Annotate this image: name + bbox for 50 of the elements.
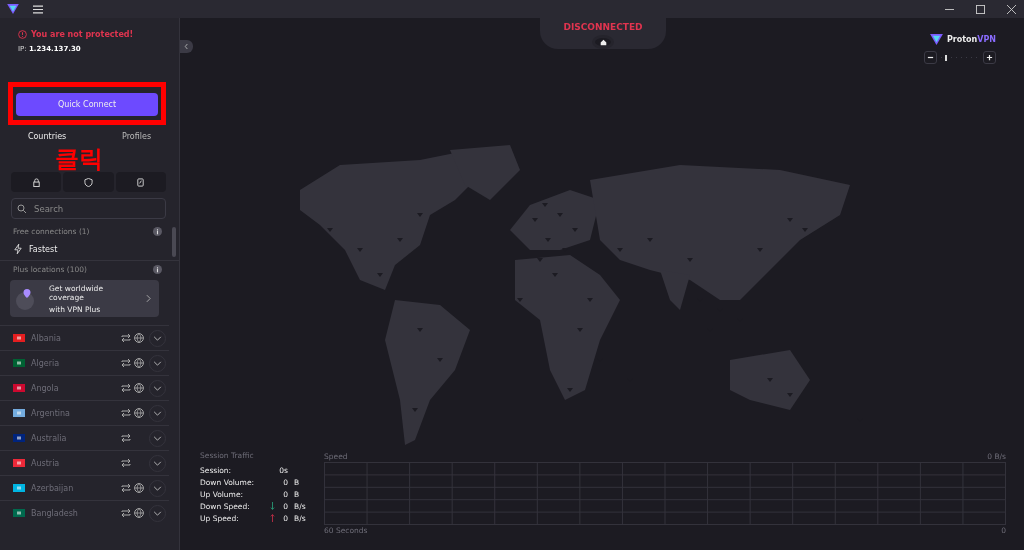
chevron-down-icon: [153, 385, 162, 391]
zoom-out-button[interactable]: [924, 51, 937, 64]
info-icon[interactable]: [153, 265, 162, 274]
filter-button[interactable]: [11, 172, 62, 192]
chevron-left-icon: [184, 43, 189, 50]
home-icon: [599, 38, 607, 46]
warning-icon: [18, 30, 27, 39]
country-name: Australia: [31, 433, 68, 443]
chevron-down-icon: [153, 435, 162, 441]
country-name: Azerbaijan: [31, 483, 75, 493]
shield-icon: [84, 177, 93, 187]
lightning-icon: [14, 244, 22, 254]
country-name: Argentina: [31, 408, 72, 418]
country-name: Angola: [31, 383, 60, 393]
zoom-in-button[interactable]: [983, 51, 996, 64]
chevron-down-icon: [153, 335, 162, 341]
quick-connect-button[interactable]: Quick Connect: [16, 93, 158, 116]
close-icon[interactable]: [1007, 4, 1016, 14]
chevron-right-icon: [146, 294, 151, 303]
chevron-down-icon: [153, 510, 162, 516]
tab[interactable]: Profiles: [118, 131, 156, 141]
search-icon: [17, 204, 27, 214]
plus-icon: [986, 54, 993, 61]
brand-logo-icon: [929, 34, 943, 45]
search-field[interactable]: Search: [11, 198, 166, 219]
country-name: Bangladesh: [31, 508, 79, 518]
app-logo-icon: [7, 4, 19, 14]
brand-name: ProtonVPN: [946, 35, 996, 44]
annotation-text: 클릭: [55, 145, 103, 173]
country-name: Albania: [31, 333, 62, 343]
info-icon[interactable]: [153, 227, 162, 236]
filter-button[interactable]: [115, 172, 166, 192]
maximize-icon[interactable]: [976, 4, 985, 14]
lock-icon: [31, 177, 41, 187]
minus-icon: [927, 54, 934, 61]
chevron-down-icon: [153, 460, 162, 466]
card-icon: [136, 177, 146, 187]
chevron-down-icon: [153, 410, 162, 416]
country-name: Algeria: [31, 358, 61, 368]
menu-icon[interactable]: [33, 4, 43, 14]
scrollbar[interactable]: [172, 227, 176, 257]
collapse-button[interactable]: [180, 40, 193, 53]
country-name: Austria: [31, 458, 61, 468]
chevron-down-icon: [153, 360, 162, 366]
protection-warning: You are not protected!: [31, 30, 134, 39]
filter-button[interactable]: [63, 172, 114, 192]
connection-status: DISCONNECTED: [563, 22, 643, 32]
home-button[interactable]: [592, 35, 614, 49]
chevron-down-icon: [153, 485, 162, 491]
tab[interactable]: Countries: [23, 131, 71, 141]
